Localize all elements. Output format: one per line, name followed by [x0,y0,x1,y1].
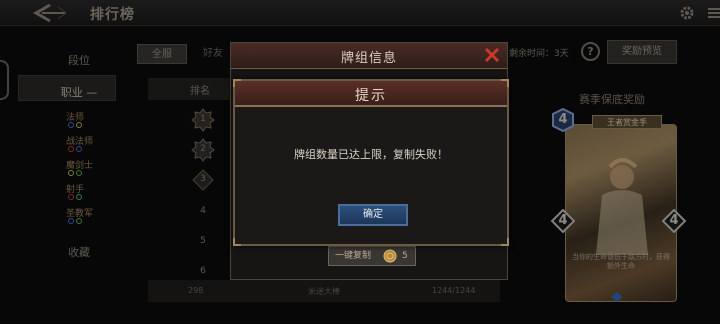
tip-header: 提示 [235,81,507,107]
deck-info-header: 牌组信息 [231,43,507,69]
coin-icon [383,249,397,263]
one-click-copy-button[interactable]: 一键复制 5 [328,246,416,266]
close-icon[interactable] [483,46,501,64]
tip-title: 提示 [355,88,387,104]
copy-button-label: 一键复制 [335,251,372,261]
corner-ornament [233,79,241,87]
tip-message: 牌组数量已达上限，复制失败！ [294,148,448,161]
confirm-button[interactable]: 确定 [338,204,408,226]
corner-ornament [233,238,241,246]
corner-ornament [501,79,509,87]
corner-ornament [501,238,509,246]
deck-info-title: 牌组信息 [340,51,397,66]
tip-dialog: 提示 牌组数量已达上限，复制失败！ 确定 [233,79,509,246]
copy-cost: 5 [402,251,408,261]
